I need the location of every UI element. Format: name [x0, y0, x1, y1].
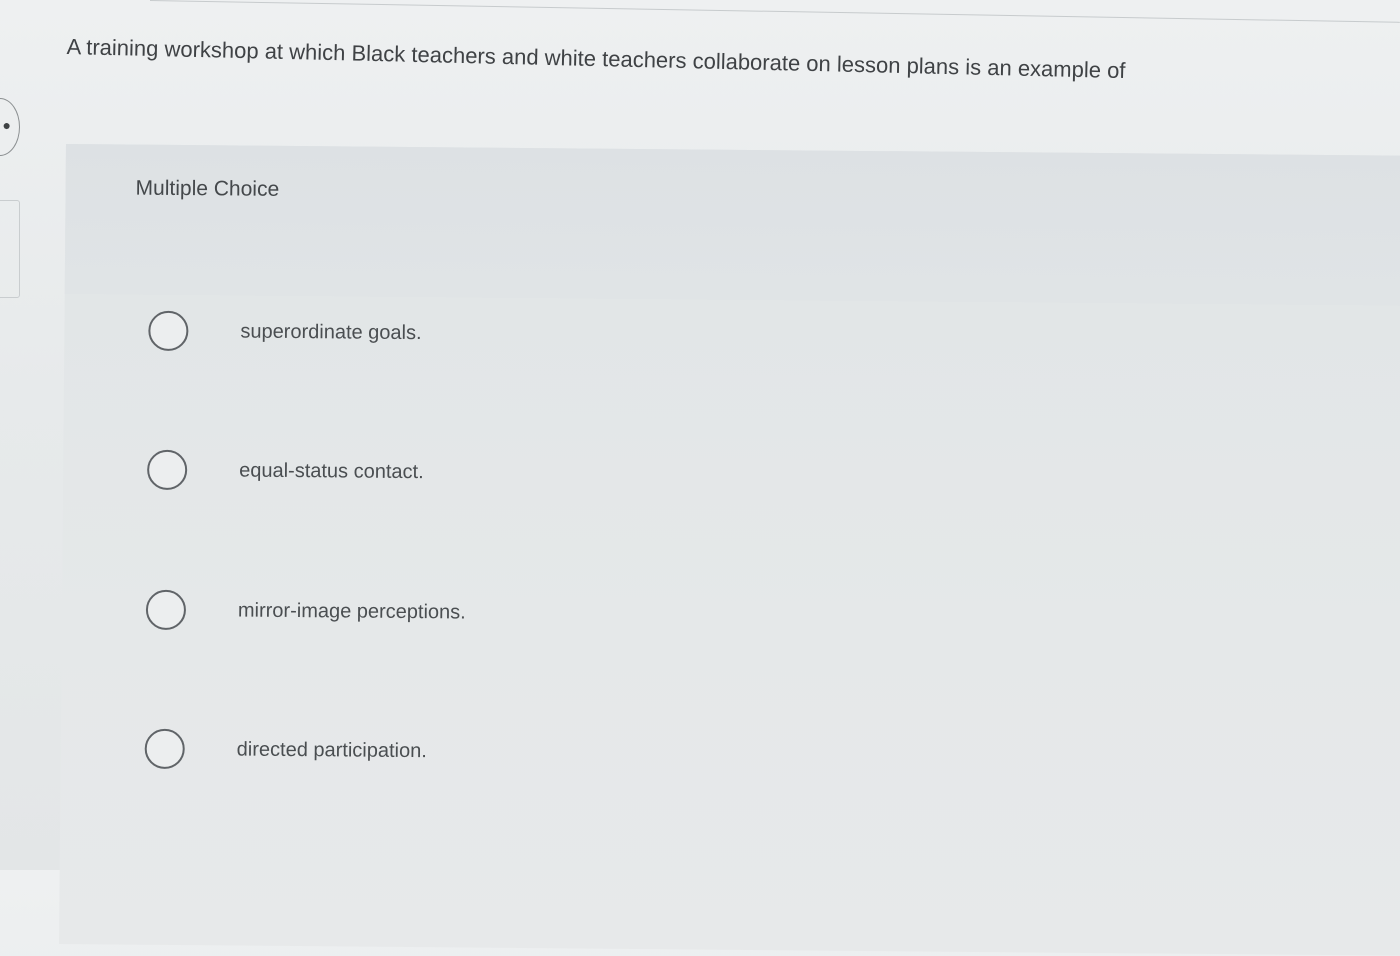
answer-option-equal-status-contact[interactable]: equal-status contact.	[146, 447, 424, 495]
radio-unselected-icon[interactable]	[146, 449, 188, 491]
side-nav-button[interactable]: ●	[0, 98, 20, 156]
question-text: A training workshop at which Black teach…	[66, 33, 1126, 84]
answer-option-label[interactable]: mirror-image perceptions.	[238, 599, 466, 624]
radio-unselected-icon[interactable]	[148, 310, 189, 352]
answer-option-label[interactable]: directed participation.	[237, 738, 427, 763]
radio-unselected-icon[interactable]	[144, 728, 185, 770]
answer-option-label[interactable]: equal-status contact.	[239, 459, 424, 484]
answer-option-mirror-image-perceptions[interactable]: mirror-image perceptions.	[145, 587, 466, 636]
answer-option-label[interactable]: superordinate goals.	[240, 320, 421, 345]
nav-arrow-icon: ●	[2, 117, 11, 133]
side-panel-edge	[0, 200, 20, 298]
multiple-choice-header: Multiple Choice	[64, 144, 1400, 307]
multiple-choice-panel: Multiple Choice superordinate goals. equ…	[59, 144, 1400, 956]
top-divider	[149, 0, 1400, 23]
multiple-choice-label: Multiple Choice	[135, 176, 280, 201]
radio-unselected-icon[interactable]	[145, 589, 187, 631]
answer-option-superordinate-goals[interactable]: superordinate goals.	[148, 308, 422, 356]
answer-option-directed-participation[interactable]: directed participation.	[144, 726, 428, 774]
